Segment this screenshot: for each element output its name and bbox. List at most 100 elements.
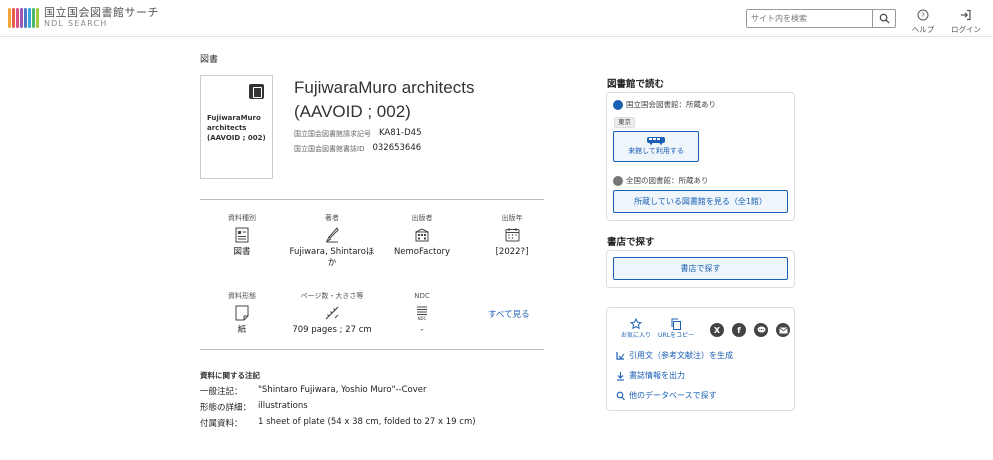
author-line-2: か (327, 258, 337, 268)
facet-material-type: 資料種別 図書 (197, 214, 287, 258)
logo-title: 国立国会図書館サーチ (44, 6, 159, 19)
site-header: 国立国会図書館サーチ NDL SEARCH ? ヘルプ ログイン (0, 0, 993, 37)
title-line-2: (AAVOID ; 002) (294, 102, 411, 121)
building-icon (415, 228, 429, 242)
download-icon (617, 371, 624, 381)
search-bookstore-button[interactable]: 書店で探す (613, 257, 788, 280)
call-number-value: KA81-D45 (379, 128, 422, 138)
facet-publication-year: 出版年 [2022?] (467, 214, 557, 258)
generate-citation-link[interactable]: 引用文（参考文献注）を生成 (616, 350, 733, 361)
logo-bar (12, 7, 15, 28)
facet-author: 著者 Fujiwara, Shintaroほ か (287, 214, 377, 269)
login-button[interactable]: ログイン (948, 8, 984, 35)
search-other-databases-label: 他のデータベースで探す (629, 391, 717, 400)
logo-bar (20, 7, 23, 28)
facet-label: 出版年 (501, 214, 523, 222)
biblio-id-label: 国立国会図書館書誌ID (294, 145, 365, 153)
material-type-breadcrumb: 図書 (200, 55, 219, 65)
note-value: 1 sheet of plate (54 x 38 cm, folded to … (258, 417, 476, 427)
search-input[interactable] (747, 10, 872, 27)
note-value: illustrations (258, 401, 308, 411)
note-key: 形態の詳細： (200, 403, 252, 413)
logo-mark (8, 7, 39, 28)
copy-icon (671, 318, 681, 330)
note-value: "Shintaro Fujiwara, Yoshio Muro"--Cover (258, 385, 427, 395)
copy-url-label: URLをコピー (658, 332, 694, 339)
export-bibliographic-link[interactable]: 書誌情報を出力 (616, 370, 685, 381)
login-icon (961, 9, 971, 21)
export-bibliographic-label: 書誌情報を出力 (629, 371, 685, 380)
facebook-share-icon[interactable]: f (732, 323, 746, 337)
citation-icon (616, 351, 625, 360)
facet-value: 図書 (233, 247, 251, 257)
logo-subtitle: NDL SEARCH (44, 19, 108, 28)
favorite-label: お気に入り (620, 332, 651, 339)
facet-value: - (420, 325, 424, 335)
calendar-icon (505, 228, 519, 242)
logo-bar (28, 7, 31, 28)
facets-top-divider (200, 199, 544, 200)
site-logo[interactable]: 国立国会図書館サーチ NDL SEARCH (8, 6, 159, 29)
help-icon: ? (917, 9, 929, 21)
search-other-databases-link[interactable]: 他のデータベースで探す (616, 390, 717, 401)
facet-label: 資料種別 (228, 214, 256, 222)
view-holding-libraries-button[interactable]: 所蔵している図書館を見る（全1館） (613, 190, 788, 213)
author-line-1: Fujiwara, Shintaroほ (289, 247, 375, 257)
page-title: FujiwaraMuro architects (AAVOID ; 002) (294, 76, 554, 124)
facet-value: NemoFactory (393, 247, 451, 257)
facet-label: 著者 (325, 214, 339, 222)
note-row: 形態の詳細： illustrations (200, 401, 308, 413)
facet-label: NDC (414, 292, 430, 300)
facet-value: 709 pages ; 27 cm (292, 325, 372, 335)
site-search (746, 9, 896, 28)
search-icon (616, 391, 625, 400)
logo-bar (24, 7, 27, 28)
facet-label: ページ数・大きさ等 (300, 292, 364, 300)
facets-bottom-divider (200, 349, 544, 350)
visit-library-label: 来館して利用する (628, 147, 684, 155)
ndl-status-text: 国立国会図書館：所蔵あり (626, 100, 716, 109)
help-button[interactable]: ? ヘルプ (905, 8, 941, 35)
share-row: お気に入り URLをコピー X f (616, 318, 798, 340)
social-share-icons: X f (710, 320, 798, 340)
facet-publisher: 出版者 NemoFactory (377, 214, 467, 258)
book-thumbnail: FujiwaraMuro architects (AAVOID ; 002) (200, 75, 273, 179)
search-icon (879, 13, 890, 24)
bookstore-heading: 書店で探す (607, 237, 655, 248)
email-share-icon[interactable] (776, 323, 790, 337)
copy-url-button[interactable]: URLをコピー (656, 318, 696, 340)
national-holding-status: 全国の図書館：所蔵あり (613, 175, 709, 186)
ndl-icon (613, 99, 623, 110)
line-share-icon[interactable] (754, 323, 768, 337)
library-icon (613, 175, 623, 186)
title-line-1: FujiwaraMuro architects (294, 78, 475, 97)
notes-heading: 資料に関する注記 (200, 371, 260, 380)
star-icon (630, 318, 642, 330)
logo-bar (8, 7, 11, 28)
document-type-icon (235, 227, 249, 243)
favorite-button[interactable]: お気に入り (616, 318, 656, 340)
note-key: 付属資料： (200, 419, 243, 429)
svg-text:NDC: NDC (418, 316, 427, 321)
facet-value: [2022?] (495, 247, 529, 257)
facet-label: 資料形態 (228, 292, 256, 300)
see-all-link[interactable]: すべて見る (488, 308, 530, 320)
ndc-icon: NDC (417, 306, 427, 321)
read-in-library-heading: 図書館で読む (607, 79, 665, 90)
note-row: 付属資料： 1 sheet of plate (54 x 38 cm, fold… (200, 417, 476, 429)
visit-library-button[interactable]: 来館して利用する (613, 131, 699, 162)
search-button[interactable] (872, 10, 895, 27)
svg-text:?: ? (921, 12, 925, 20)
logo-bar (36, 7, 39, 28)
x-share-icon[interactable]: X (710, 323, 724, 337)
logo-bar (32, 7, 35, 28)
note-row: 一般注記： "Shintaro Fujiwara, Yoshio Muro"--… (200, 385, 427, 397)
location-tag-tokyo: 東京 (614, 117, 635, 128)
call-number-label: 国立国会図書館請求記号 (294, 130, 371, 138)
facet-value: 紙 (237, 325, 247, 335)
national-status-text: 全国の図書館：所蔵あり (626, 176, 709, 185)
facet-value-author[interactable]: Fujiwara, Shintaroほ か (287, 247, 377, 269)
biblio-id-row: 国立国会図書館書誌ID 032653646 (294, 143, 421, 154)
thumbnail-title: FujiwaraMuro architects (AAVOID ; 002) (207, 114, 266, 142)
generate-citation-label: 引用文（参考文献注）を生成 (629, 351, 733, 360)
